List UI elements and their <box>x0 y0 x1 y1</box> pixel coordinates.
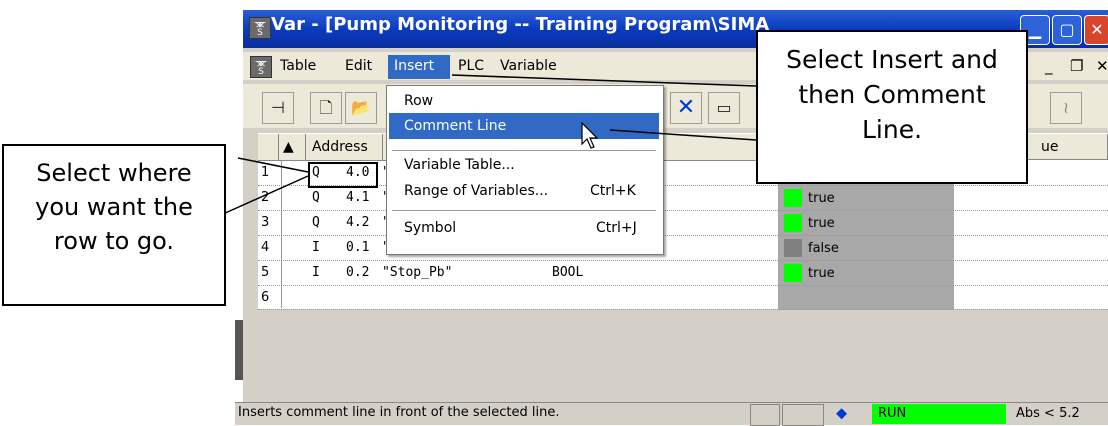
callout-left: Select where you want the row to go. <box>2 144 226 306</box>
callout-right: Select Insert and then Comment Line. <box>756 30 1028 184</box>
callout-left-text: Select where you want the row to go. <box>35 159 193 255</box>
callout-right-text: Select Insert and then Comment Line. <box>786 45 998 144</box>
